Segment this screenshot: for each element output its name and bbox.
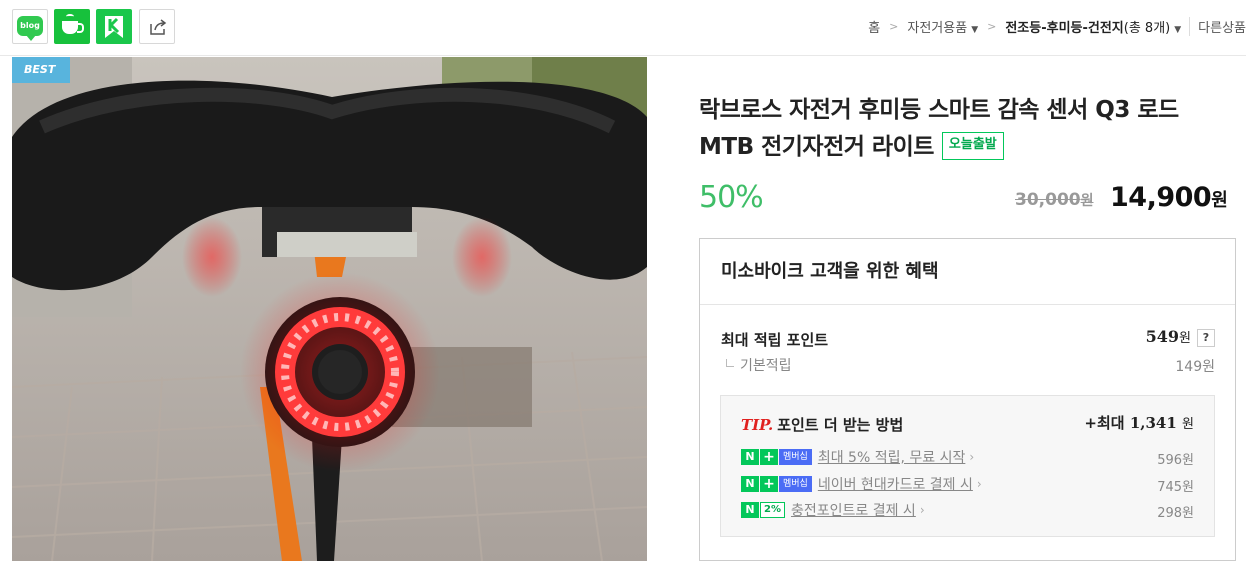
tip-total-unit: 원 — [1182, 417, 1194, 432]
plus-icon: + — [760, 476, 778, 492]
breadcrumb-category-label: 자전거용품 — [907, 20, 968, 36]
naver-n-icon: N — [741, 449, 759, 465]
max-points-value: 549원 — [1146, 327, 1191, 346]
keep-share-button[interactable] — [96, 9, 132, 44]
tip-row-card[interactable]: N + 멤버십 네이버 현대카드로 결제 시 › — [741, 475, 982, 493]
plus-icon: + — [760, 449, 778, 465]
membership-badge: 멤버십 — [779, 449, 812, 465]
chevron-right-icon: › — [919, 503, 925, 517]
chevron-right-icon: › — [969, 450, 975, 464]
tip-title-text: 포인트 더 받는 방법 — [777, 416, 904, 434]
blog-icon: blog — [17, 16, 43, 41]
product-title: 락브로스 자전거 후미등 스마트 감속 센서 Q3 로드 MTB 전기자전거 라… — [699, 92, 1239, 166]
caret-down-icon: ▼ — [1174, 24, 1182, 35]
product-photo[interactable]: BEST — [12, 57, 647, 561]
naver-n-icon: N — [741, 476, 759, 492]
currency-unit: 원 — [1211, 190, 1228, 211]
breadcrumb-count: (총 8개) — [1123, 20, 1171, 36]
cafe-steam-icon — [66, 14, 74, 19]
tip-value: 596원 — [1157, 453, 1194, 468]
breadcrumb-current-label: 전조등-후미등-건전지 — [1005, 20, 1124, 36]
original-price: 30,000원 — [1015, 190, 1094, 210]
tip-link[interactable]: 충전포인트로 결제 시 — [791, 500, 916, 520]
currency-unit: 원 — [1179, 331, 1191, 346]
breadcrumb-home[interactable]: 홈 — [868, 17, 880, 36]
breadcrumb-category[interactable]: 자전거용품 ▼ — [907, 17, 978, 36]
best-badge: BEST — [12, 57, 70, 83]
coffee-cup-icon — [62, 21, 84, 34]
basic-points-label: 기본적립 — [726, 355, 792, 375]
basic-points-value: 149원 — [1175, 359, 1215, 375]
original-price-value: 30,000 — [1015, 190, 1081, 210]
today-shipping-badge: 오늘출발 — [941, 131, 1004, 160]
max-points-number: 549 — [1145, 327, 1180, 346]
tip-box: TIP. 포인트 더 받는 방법 +최대 1,341 원 N + 멤버십 최대 5% … — [720, 395, 1215, 537]
tip-total: +최대 1,341 원 — [1084, 412, 1194, 433]
help-button[interactable]: ? — [1197, 329, 1215, 347]
sale-price: 14,900원 — [1110, 182, 1228, 213]
tail-light-image — [12, 57, 647, 561]
cafe-share-button[interactable] — [54, 9, 90, 44]
top-bar: blog 홈 > 자전거용품 ▼ > 전조등-후미등-건전지(총 8개) ▼ 다른상… — [0, 0, 1246, 56]
two-percent-badge: 2% — [760, 502, 785, 518]
share-icon — [150, 19, 167, 35]
caret-down-icon: ▼ — [971, 24, 979, 35]
discount-rate: 50% — [699, 180, 764, 215]
tip-total-value: +최대 1,341 — [1084, 414, 1177, 432]
elbow-icon — [726, 359, 734, 367]
tip-value: 298원 — [1157, 506, 1194, 521]
share-button[interactable] — [139, 9, 175, 44]
other-products-link[interactable]: 다른상품 — [1189, 16, 1246, 36]
breadcrumb: 홈 > 자전거용품 ▼ > 전조등-후미등-건전지(총 8개) ▼ 다른상품 — [868, 16, 1246, 36]
tip-value: 745원 — [1157, 480, 1194, 495]
breadcrumb-current[interactable]: 전조등-후미등-건전지(총 8개) ▼ — [1005, 17, 1181, 36]
max-points-label: 최대 적립 포인트 — [721, 331, 829, 349]
basic-points-text: 기본적립 — [740, 358, 792, 374]
product-title-text: 락브로스 자전거 후미등 스마트 감속 센서 Q3 로드 MTB 전기자전거 라… — [699, 97, 1179, 160]
sale-price-value: 14,900 — [1110, 182, 1212, 213]
benefit-panel: 미소바이크 고객을 위한 혜택 최대 적립 포인트 549원 ? 기본적립 14… — [699, 238, 1236, 561]
keep-k-icon — [105, 16, 123, 38]
naver-n-icon: N — [741, 502, 759, 518]
chevron-right-icon: › — [976, 477, 982, 491]
benefit-header: 미소바이크 고객을 위한 혜택 — [700, 239, 1235, 305]
tip-link[interactable]: 네이버 현대카드로 결제 시 — [818, 474, 973, 494]
tip-link[interactable]: 최대 5% 적립, 무료 시작 — [818, 447, 966, 467]
tip-title: TIP. 포인트 더 받는 방법 — [741, 414, 903, 435]
chevron-right-icon: > — [987, 19, 997, 33]
chevron-right-icon: > — [889, 19, 899, 33]
currency-unit: 원 — [1080, 193, 1094, 209]
blog-share-button[interactable]: blog — [12, 9, 48, 44]
tip-row-charge[interactable]: N 2% 충전포인트로 결제 시 › — [741, 501, 925, 519]
membership-badge: 멤버십 — [779, 476, 812, 492]
tip-label: TIP. — [741, 416, 774, 434]
tip-row-membership[interactable]: N + 멤버십 최대 5% 적립, 무료 시작 › — [741, 448, 974, 466]
